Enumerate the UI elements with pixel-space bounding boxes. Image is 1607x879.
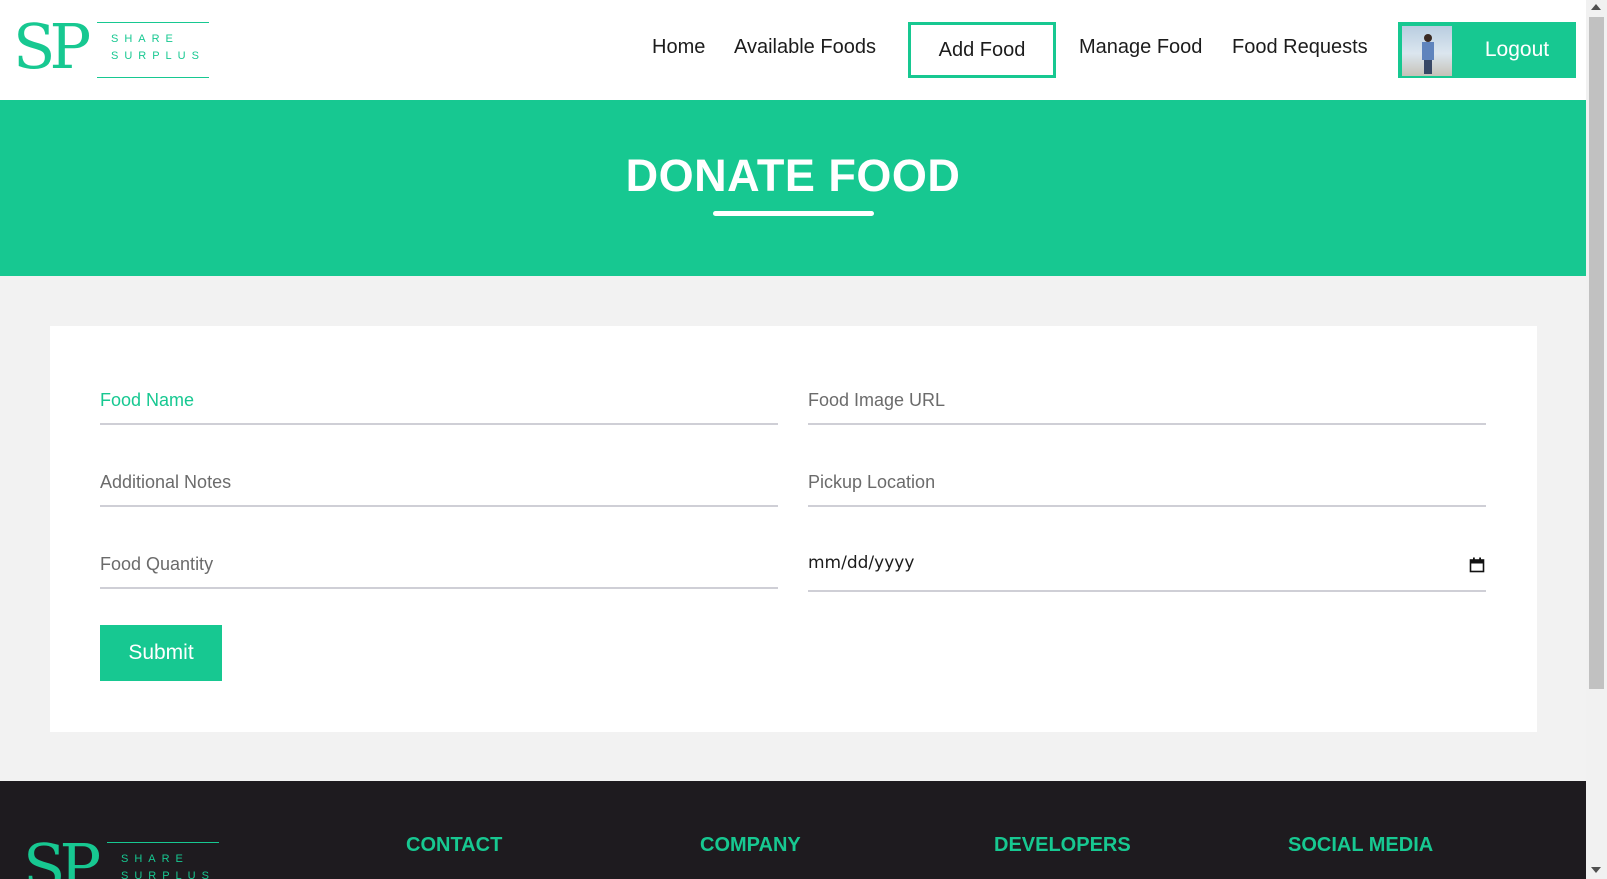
additional-notes-field (100, 459, 778, 507)
page-title: DONATE FOOD (625, 150, 961, 201)
logout-label: Logout (1484, 38, 1550, 61)
additional-notes-input[interactable] (100, 459, 778, 505)
scroll-up-arrow-icon[interactable] (1591, 4, 1601, 10)
calendar-icon[interactable] (1469, 557, 1485, 573)
nav-add-food[interactable]: Add Food (908, 22, 1056, 78)
nav-home[interactable]: Home (652, 36, 705, 59)
footer-logo-wordmark: SHARE SURPLUS (107, 842, 219, 879)
expire-date-field[interactable]: mm/dd/yyyy (808, 541, 1486, 592)
food-name-input[interactable] (100, 377, 778, 423)
title-underline (713, 211, 874, 216)
footer-heading-developers: DEVELOPERS (994, 834, 1131, 856)
nav-manage-food[interactable]: Manage Food (1079, 36, 1202, 59)
nav-available-foods[interactable]: Available Foods (734, 36, 876, 59)
scroll-down-arrow-icon[interactable] (1591, 867, 1601, 873)
scrollbar-thumb[interactable] (1589, 17, 1604, 689)
footer-heading-company: COMPANY (700, 834, 801, 856)
site-footer: SP SHARE SURPLUS CONTACT COMPANY DEVELOP… (0, 781, 1586, 879)
site-header: SP SHARE SURPLUS Home Available Foods Ad… (0, 0, 1586, 100)
food-name-field (100, 377, 778, 425)
logout-button[interactable]: Logout (1398, 22, 1576, 78)
page-banner: DONATE FOOD (0, 100, 1586, 276)
food-quantity-field (100, 541, 778, 589)
footer-heading-social-media: SOCIAL MEDIA (1288, 834, 1434, 856)
food-image-url-input[interactable] (808, 377, 1486, 423)
submit-button[interactable]: Submit (100, 625, 222, 681)
avatar-photo (1422, 34, 1434, 74)
footer-logo-initials: SP (23, 830, 101, 879)
donate-food-form: mm/dd/yyyy Submit (50, 326, 1537, 732)
main-nav: Home Available Foods Add Food Manage Foo… (0, 0, 1586, 100)
footer-heading-contact: CONTACT (406, 834, 503, 856)
footer-logo-word-surplus: SURPLUS (121, 870, 215, 879)
footer-logo[interactable]: SP SHARE SURPLUS (23, 832, 219, 879)
user-avatar[interactable] (1402, 26, 1452, 76)
food-quantity-input[interactable] (100, 541, 778, 587)
food-image-url-field (808, 377, 1486, 425)
footer-logo-word-share: SHARE (121, 853, 189, 865)
page-scrollbar[interactable] (1586, 0, 1607, 879)
pickup-location-field (808, 459, 1486, 507)
expire-date-input[interactable]: mm/dd/yyyy (808, 553, 914, 573)
pickup-location-input[interactable] (808, 459, 1486, 505)
nav-food-requests[interactable]: Food Requests (1232, 36, 1368, 59)
nav-add-food-label: Add Food (938, 38, 1026, 61)
